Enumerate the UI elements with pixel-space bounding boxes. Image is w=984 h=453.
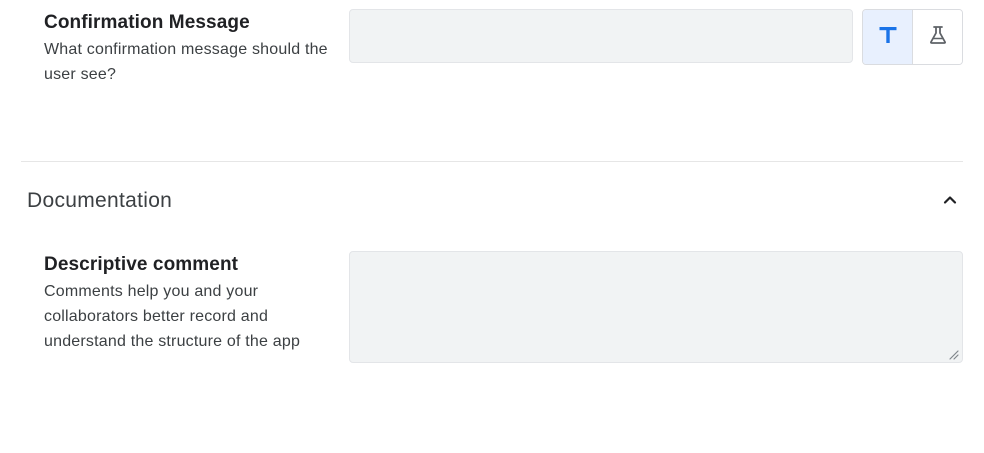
documentation-section-title[interactable]: Documentation (27, 189, 172, 213)
input-mode-toggle (862, 9, 963, 65)
text-mode-button[interactable] (863, 10, 913, 64)
confirmation-message-input[interactable] (349, 9, 853, 63)
confirmation-message-help: What confirmation message should the use… (44, 41, 328, 83)
confirmation-message-label: Confirmation Message (44, 12, 250, 33)
descriptive-comment-label: Descriptive comment (44, 254, 239, 275)
section-divider (21, 161, 963, 162)
descriptive-comment-help: Comments help you and your collaborators… (44, 283, 301, 350)
flask-icon (927, 24, 949, 51)
resize-handle-icon[interactable] (947, 347, 959, 360)
formula-mode-button[interactable] (913, 10, 962, 64)
descriptive-comment-textarea[interactable] (349, 251, 963, 363)
collapse-section-button[interactable] (938, 190, 962, 214)
chevron-up-icon (942, 192, 958, 213)
text-format-icon (878, 25, 898, 50)
